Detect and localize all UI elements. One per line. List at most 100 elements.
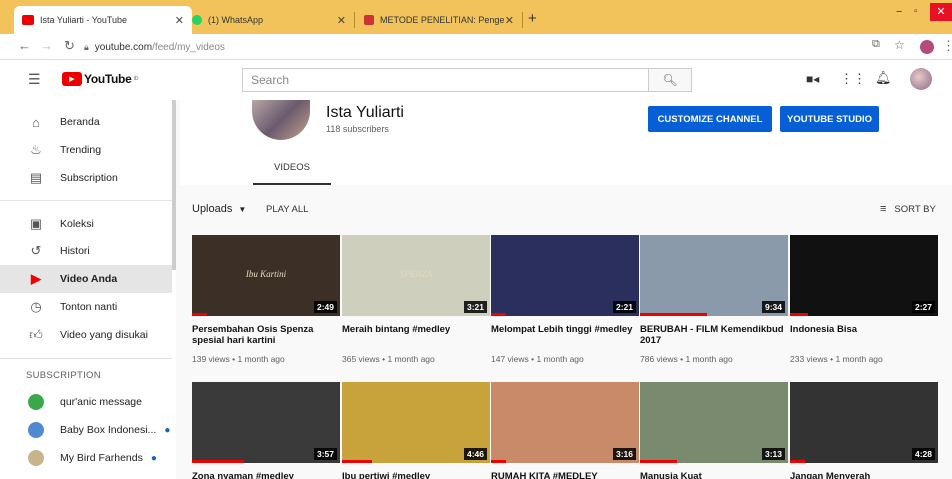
- forward-arrow-icon[interactable]: →: [40, 38, 53, 53]
- tab-separator: [522, 12, 523, 28]
- watch-progress-bar: [790, 460, 805, 463]
- watch-progress-bar: [640, 313, 707, 316]
- video-thumbnail[interactable]: 2:27: [790, 235, 938, 316]
- home-icon: ⌂: [32, 114, 40, 130]
- watch-progress-bar: [192, 460, 244, 463]
- sidebar-item-label: Video Anda: [60, 273, 118, 285]
- tab-whatsapp[interactable]: (1) WhatsApp ✕: [184, 6, 354, 34]
- youtube-studio-button[interactable]: YOUTUBE STUDIO: [780, 106, 879, 132]
- video-title[interactable]: BERUBAH - FILM Kemendikbud 2017: [640, 324, 790, 346]
- tab-metode[interactable]: METODE PENELITIAN: Pengertian ✕: [356, 6, 522, 34]
- profile-avatar[interactable]: [920, 40, 934, 54]
- watch-progress-bar: [491, 460, 506, 463]
- sidebar-divider: [0, 358, 172, 359]
- video-title[interactable]: Persembahan Osis Spenza spesial hari kar…: [192, 324, 342, 346]
- sidebar-item-video-anda[interactable]: ▶ Video Anda: [0, 265, 172, 293]
- video-thumbnail[interactable]: 2:21: [491, 235, 639, 316]
- video-duration: 2:27: [911, 301, 935, 313]
- close-tab-icon[interactable]: ✕: [505, 14, 514, 27]
- video-thumbnail[interactable]: 3:13: [640, 382, 788, 463]
- subscription-item[interactable]: Baby Box Indonesi... ●: [0, 416, 172, 444]
- account-avatar[interactable]: [910, 68, 932, 90]
- video-thumbnail[interactable]: 4:46: [342, 382, 490, 463]
- watch-progress-bar: [640, 460, 677, 463]
- video-thumbnail[interactable]: 4:28: [790, 382, 938, 463]
- subscriber-count: 118 subscribers: [326, 124, 389, 134]
- tab-label: Ista Yuliarti - YouTube: [40, 15, 128, 25]
- history-icon: ↺: [30, 243, 42, 258]
- sidebar-item-beranda[interactable]: ⌂ Beranda: [0, 108, 172, 136]
- sidebar-item-histori[interactable]: ↺ Histori: [0, 237, 172, 265]
- video-duration: 3:21: [463, 301, 487, 313]
- video-thumbnail[interactable]: 9:34: [640, 235, 788, 316]
- more-menu-icon[interactable]: ⋮: [942, 38, 952, 54]
- video-thumbnail[interactable]: SPENZA 3:21: [342, 235, 490, 316]
- thumbs-up-icon: 👍︎: [29, 327, 43, 342]
- youtube-header: ☰ ▶ YouTube ID Search 🔍︎ ■◂ ⋮⋮ 🔔︎: [0, 60, 952, 100]
- customize-channel-button[interactable]: CUSTOMIZE CHANNEL: [648, 106, 772, 132]
- dropdown-caret-icon: ▼: [238, 204, 247, 214]
- video-title[interactable]: Zona nyaman #medley: [192, 471, 342, 479]
- play-all-button[interactable]: PLAY ALL: [266, 204, 308, 215]
- video-title[interactable]: Indonesia Bisa: [790, 324, 940, 335]
- url-field[interactable]: 🔒︎ youtube.com/feed/my_videos: [84, 38, 225, 56]
- video-thumbnail[interactable]: 3:57: [192, 382, 340, 463]
- reload-icon[interactable]: ↻: [64, 38, 75, 54]
- youtube-logo[interactable]: ▶ YouTube ID: [62, 72, 138, 86]
- new-tab-button[interactable]: +: [528, 10, 537, 27]
- video-title[interactable]: Ibu pertiwi #medley: [342, 471, 492, 479]
- sidebar-item-tonton-nanti[interactable]: ◷ Tonton nanti: [0, 293, 172, 321]
- lock-icon: 🔒︎: [84, 41, 89, 52]
- create-video-icon[interactable]: ■◂: [806, 72, 819, 86]
- url-path: /feed/my_videos: [152, 41, 225, 53]
- sidebar-scrollbar[interactable]: [172, 100, 176, 270]
- tab-videos[interactable]: VIDEOS: [253, 160, 331, 185]
- sidebar-item-video-disukai[interactable]: 👍︎ Video yang disukai: [0, 321, 172, 349]
- video-duration: 3:16: [612, 448, 636, 460]
- close-tab-icon[interactable]: ✕: [175, 14, 184, 27]
- channel-header: Ista Yuliarti 118 subscribers CUSTOMIZE …: [180, 100, 952, 185]
- channel-avatar: [28, 394, 44, 410]
- whatsapp-favicon-icon: [192, 15, 202, 25]
- sidebar-item-label: Tonton nanti: [60, 301, 118, 313]
- tab-youtube[interactable]: Ista Yuliarti - YouTube ✕: [14, 6, 192, 34]
- thumbnail-caption: Ibu Kartini: [245, 269, 287, 279]
- video-title[interactable]: Jangan Menyerah: [790, 471, 940, 479]
- subscription-item[interactable]: My Bird Farhends ●: [0, 444, 172, 472]
- video-duration: 2:49: [313, 301, 337, 313]
- sidebar-item-trending[interactable]: ♨ Trending: [0, 136, 172, 164]
- close-tab-icon[interactable]: ✕: [337, 14, 346, 27]
- video-meta: 233 views • 1 month ago: [790, 354, 883, 364]
- sidebar-item-subscription[interactable]: ▤ Subscription: [0, 164, 172, 192]
- url-host: youtube.com: [94, 41, 153, 53]
- notifications-bell-icon[interactable]: 🔔︎: [875, 70, 892, 86]
- search-input[interactable]: Search: [242, 68, 649, 92]
- browser-tab-bar: Ista Yuliarti - YouTube ✕ (1) WhatsApp ✕…: [0, 0, 952, 34]
- channel-avatar: [28, 422, 44, 438]
- sort-by-label: SORT BY: [894, 203, 936, 215]
- close-window-icon[interactable]: ✕: [930, 3, 952, 21]
- sort-by-button[interactable]: ≡ SORT BY: [880, 203, 936, 215]
- uploads-dropdown[interactable]: Uploads ▼: [192, 203, 246, 215]
- sidebar-item-label: Video yang disukai: [60, 329, 148, 341]
- video-title[interactable]: Meraih bintang #medley: [342, 324, 492, 335]
- back-arrow-icon[interactable]: ←: [18, 38, 31, 53]
- video-thumbnail[interactable]: 3:16: [491, 382, 639, 463]
- video-title[interactable]: Manusia Kuat: [640, 471, 790, 479]
- video-thumbnail[interactable]: Ibu Kartini 2:49: [192, 235, 340, 316]
- video-title[interactable]: RUMAH KITA #MEDLEY: [491, 471, 641, 479]
- hamburger-menu-icon[interactable]: ☰: [28, 71, 41, 88]
- video-meta: 147 views • 1 month ago: [491, 354, 584, 364]
- sidebar: ⌂ Beranda ♨ Trending ▤ Subscription ▣ Ko…: [0, 100, 176, 479]
- minimize-icon[interactable]: −: [896, 6, 902, 18]
- maximize-icon[interactable]: ▫: [914, 6, 918, 17]
- translate-icon[interactable]: ⧉: [872, 38, 880, 51]
- subscription-item[interactable]: qur'anic message: [0, 388, 172, 416]
- apps-grid-icon[interactable]: ⋮⋮: [840, 71, 866, 87]
- sidebar-item-koleksi[interactable]: ▣ Koleksi: [0, 210, 172, 238]
- channel-avatar: [28, 450, 44, 466]
- video-title[interactable]: Melompat Lebih tinggi #medley: [491, 324, 641, 335]
- bookmark-star-icon[interactable]: ☆: [894, 38, 905, 52]
- your-videos-icon: ▶: [31, 271, 41, 286]
- search-button[interactable]: 🔍︎: [648, 68, 692, 92]
